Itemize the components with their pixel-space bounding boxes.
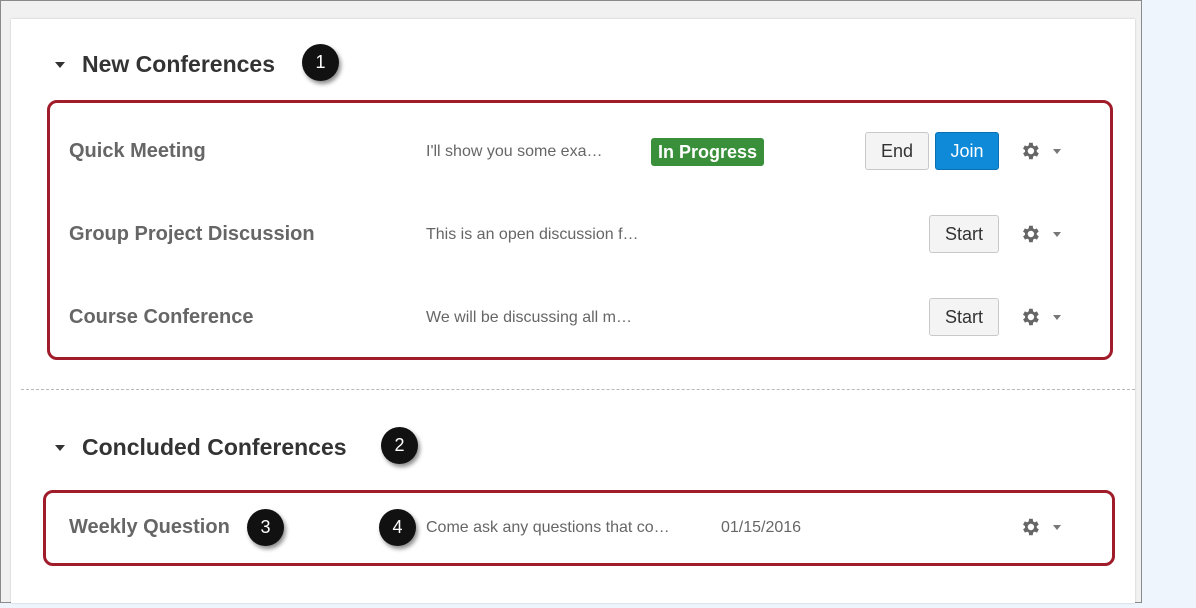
status-badge: In Progress	[651, 138, 765, 166]
conference-title[interactable]: Course Conference	[69, 306, 254, 329]
section-title: New Conferences	[82, 51, 276, 77]
conference-title[interactable]: Quick Meeting	[69, 140, 206, 163]
chevron-down-icon[interactable]	[1053, 148, 1061, 154]
gear-icon[interactable]	[1019, 306, 1041, 328]
chevron-down-icon[interactable]	[1053, 231, 1061, 237]
settings-menu[interactable]	[1019, 219, 1075, 249]
settings-menu[interactable]	[1019, 512, 1075, 542]
section-title: Concluded Conferences	[82, 434, 347, 460]
chevron-down-icon[interactable]	[1053, 524, 1061, 530]
chevron-down-icon[interactable]	[1053, 314, 1061, 320]
start-button[interactable]: Start	[929, 215, 999, 253]
settings-menu[interactable]	[1019, 302, 1075, 332]
callout-badge: 3	[247, 509, 284, 546]
conference-title[interactable]: Group Project Discussion	[69, 223, 315, 246]
conference-description: Come ask any questions that co…	[426, 519, 670, 536]
end-button[interactable]: End	[865, 132, 929, 170]
conference-description: We will be discussing all m…	[426, 309, 632, 326]
gear-icon[interactable]	[1019, 140, 1041, 162]
caret-down-icon[interactable]	[55, 444, 65, 451]
section-divider	[21, 389, 1135, 390]
join-button[interactable]: Join	[935, 132, 999, 170]
gear-icon[interactable]	[1019, 516, 1041, 538]
conference-row: Group Project Discussion This is an open…	[11, 215, 1135, 255]
gear-icon[interactable]	[1019, 223, 1041, 245]
concluded-conferences-header[interactable]: Concluded Conferences	[55, 434, 347, 461]
callout-badge: 2	[381, 427, 418, 464]
new-conferences-header[interactable]: New Conferences	[55, 51, 275, 78]
conference-row: Course Conference We will be discussing …	[11, 298, 1135, 338]
callout-badge: 1	[302, 44, 339, 81]
conferences-panel: New Conferences 1 Quick Meeting I'll sho…	[11, 19, 1135, 603]
conference-row: Weekly Question Come ask any questions t…	[11, 508, 1135, 548]
conference-title[interactable]: Weekly Question	[69, 516, 230, 539]
caret-down-icon[interactable]	[55, 61, 65, 68]
callout-badge: 4	[379, 509, 416, 546]
settings-menu[interactable]	[1019, 136, 1075, 166]
start-button[interactable]: Start	[929, 298, 999, 336]
conference-description: I'll show you some exa…	[426, 143, 603, 160]
conference-date: 01/15/2016	[721, 519, 802, 536]
conference-row: Quick Meeting I'll show you some exa… In…	[11, 132, 1135, 172]
conference-description: This is an open discussion f…	[426, 226, 639, 243]
window-frame: New Conferences 1 Quick Meeting I'll sho…	[0, 0, 1142, 603]
